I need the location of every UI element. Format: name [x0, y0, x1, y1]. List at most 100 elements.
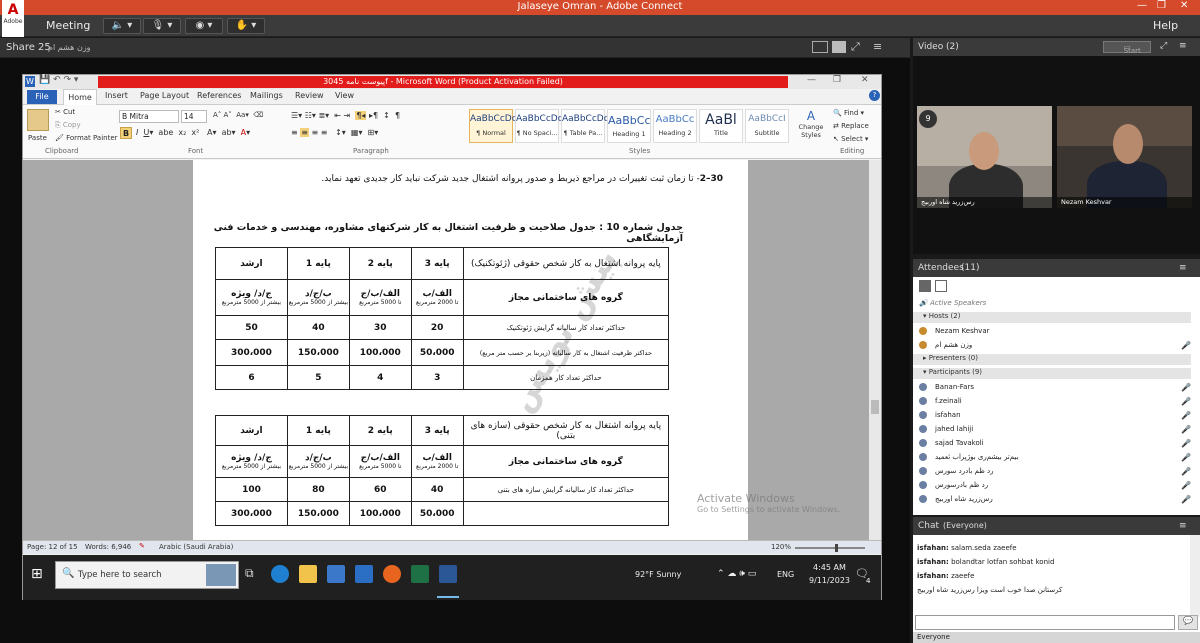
- chat-input[interactable]: [915, 615, 1175, 630]
- tab-home[interactable]: Home: [63, 89, 97, 105]
- fit-width-icon[interactable]: [832, 41, 846, 53]
- view-mode-icon[interactable]: [812, 41, 828, 53]
- attendee-item[interactable]: رس‌زرید شاه اوربیج: [919, 495, 993, 503]
- attendee-item[interactable]: jahed lahiji: [919, 425, 973, 433]
- attendee-item[interactable]: f.zeinali: [919, 397, 962, 405]
- style-heading-1[interactable]: AaBbCc Heading 1: [607, 109, 651, 143]
- tab-insert[interactable]: Insert: [105, 91, 128, 100]
- hosts-section[interactable]: ▾ Hosts (2): [913, 312, 1191, 323]
- firefox-icon[interactable]: [383, 565, 401, 583]
- chat-scrollbar[interactable]: [1190, 535, 1200, 617]
- video-fullscreen-icon[interactable]: ⤢: [1160, 41, 1167, 51]
- list-icons[interactable]: ☰▾ ☷▾ ≣▾ ⇤ ⇥ ¶◂ ▸¶ ↕ ¶: [291, 111, 400, 120]
- copy-button[interactable]: ⎘ Copy: [55, 121, 81, 130]
- store-icon[interactable]: [327, 565, 345, 583]
- close-icon[interactable]: ✕: [1180, 0, 1188, 11]
- file-explorer-icon[interactable]: [299, 565, 317, 583]
- font-size-select[interactable]: 14: [181, 110, 207, 123]
- video-feed-1[interactable]: 9 رس‌زرید شاه اوربیج: [917, 106, 1052, 208]
- language-indicator[interactable]: Arabic (Saudi Arabia): [159, 543, 233, 551]
- input-language[interactable]: ENG: [777, 570, 794, 579]
- tab-file[interactable]: File: [27, 90, 57, 104]
- edge-icon[interactable]: [271, 565, 289, 583]
- system-tray-icons[interactable]: ⌃ ☁ 🕪 ▭: [717, 569, 756, 579]
- task-view-icon[interactable]: ⧉: [245, 566, 254, 581]
- minimize-icon[interactable]: —: [1137, 0, 1147, 11]
- raise-hand-button[interactable]: ✋ ▾: [227, 18, 265, 34]
- maximize-icon[interactable]: ❐: [1157, 0, 1166, 11]
- zoom-slider-thumb[interactable]: [835, 544, 838, 552]
- paste-button[interactable]: Paste: [28, 134, 47, 142]
- attendee-item[interactable]: وزن هشم ام: [919, 341, 972, 349]
- style-heading-2[interactable]: AaBbCc Heading 2: [653, 109, 697, 143]
- word-taskbar-icon[interactable]: [439, 565, 457, 583]
- clock-time[interactable]: 4:45 AM: [813, 563, 846, 572]
- presenters-section[interactable]: ▸ Presenters (0): [913, 354, 1191, 365]
- tab-references[interactable]: References: [197, 91, 241, 100]
- tab-page-layout[interactable]: Page Layout: [140, 91, 189, 100]
- video-pod-menu-icon[interactable]: ≡: [1179, 41, 1187, 51]
- quick-access-toolbar-icons[interactable]: 💾 ↶ ↷ ▾: [39, 75, 78, 85]
- speaker-button[interactable]: 🔈 ▾: [103, 18, 141, 34]
- attendee-item[interactable]: بیم‌تر بیشم‌ری بوژپراب ثعمید: [919, 453, 1018, 461]
- help-icon[interactable]: ?: [869, 90, 880, 101]
- send-chat-button[interactable]: 💬: [1178, 615, 1198, 630]
- page-count[interactable]: Page: 12 of 15: [27, 543, 78, 551]
- format-painter-button[interactable]: 🖌 Format Painter: [55, 134, 118, 142]
- menu-meeting[interactable]: Meeting: [46, 19, 90, 32]
- taskbar-search-box[interactable]: 🔍 Type here to search: [55, 561, 239, 589]
- attendee-item[interactable]: sajad Tavakoli: [919, 439, 984, 447]
- font-name-select[interactable]: B Mitra: [119, 110, 179, 123]
- attendee-view-toggle[interactable]: [919, 280, 949, 294]
- status-view-icon[interactable]: [934, 280, 947, 292]
- tab-review[interactable]: Review: [295, 91, 324, 100]
- replace-button[interactable]: ⇄ Replace: [833, 122, 869, 130]
- style-title[interactable]: AaBl Title: [699, 109, 743, 143]
- cut-button[interactable]: ✂ Cut: [55, 108, 75, 116]
- style-subtitle[interactable]: AaBbCcI Subtitle: [745, 109, 789, 143]
- fullscreen-icon[interactable]: ⤢: [851, 40, 860, 54]
- attendees-pod-menu-icon[interactable]: ≡: [1179, 263, 1187, 273]
- alignment-icons[interactable]: ≡ ≡ ≡ ≡ ↕▾ ▦▾ ⊞▾: [291, 128, 378, 137]
- pod-menu-icon[interactable]: ≡: [873, 40, 882, 53]
- weather-widget[interactable]: 92°F Sunny: [635, 570, 681, 579]
- style-no-spacing[interactable]: AaBbCcDc ¶ No Spaci...: [515, 109, 563, 143]
- find-button[interactable]: 🔍 Find ▾: [833, 109, 864, 117]
- style-table-paragraph[interactable]: AaBbCcDc ¶ Table Pa...: [561, 109, 609, 143]
- excel-icon[interactable]: [411, 565, 429, 583]
- windows-start-icon[interactable]: ⊞: [31, 566, 43, 582]
- bold-icon[interactable]: B: [120, 127, 132, 139]
- style-normal[interactable]: AaBbCcDc ¶ Normal: [469, 109, 517, 143]
- mail-icon[interactable]: [355, 565, 373, 583]
- menu-help[interactable]: Help: [1153, 19, 1178, 32]
- word-minimize-icon[interactable]: —: [807, 75, 816, 85]
- paste-icon[interactable]: [27, 109, 49, 131]
- attendee-item[interactable]: Banan-Fars: [919, 383, 974, 391]
- tab-mailings[interactable]: Mailings: [250, 91, 283, 100]
- attendee-item[interactable]: Nezam Keshvar: [919, 327, 990, 335]
- attendee-item[interactable]: رد ظم بادرد سورس: [919, 467, 994, 475]
- chat-recipient-bar[interactable]: Everyone: [913, 632, 1200, 643]
- change-styles-button[interactable]: A Change Styles: [798, 109, 824, 139]
- chat-pod-menu-icon[interactable]: ≡: [1179, 521, 1187, 531]
- video-feed-2[interactable]: Nezam Keshvar: [1057, 106, 1192, 208]
- select-button[interactable]: ↖ Select ▾: [833, 135, 868, 143]
- word-maximize-icon[interactable]: ❐: [833, 75, 841, 85]
- word-close-icon[interactable]: ✕: [861, 75, 869, 85]
- zoom-slider[interactable]: [795, 544, 865, 552]
- list-view-icon[interactable]: [919, 280, 931, 292]
- format-icons[interactable]: I U▾ abe x₂ x² A▾ ab▾ A▾: [136, 128, 250, 137]
- word-count[interactable]: Words: 6,946: [85, 543, 131, 551]
- microphone-button[interactable]: 🎙 ▾: [143, 18, 181, 34]
- attendee-item[interactable]: رد ظم بادرسورس: [919, 481, 988, 489]
- start-video-button[interactable]: Start ▭: [1103, 41, 1151, 55]
- font-grow-shrink-icons[interactable]: A˄ A˅ Aa▾ ⌫: [213, 111, 263, 119]
- attendee-item[interactable]: isfahan: [919, 411, 961, 419]
- webcam-button[interactable]: ◉ ▾: [185, 18, 223, 34]
- scrollbar-thumb[interactable]: [871, 400, 879, 414]
- clock-date[interactable]: 9/11/2023: [809, 576, 850, 585]
- document-scrollbar[interactable]: [869, 160, 881, 540]
- proofing-icon[interactable]: ✎: [139, 542, 145, 550]
- participants-section[interactable]: ▾ Participants (9): [913, 368, 1191, 379]
- zoom-level[interactable]: 120%: [771, 543, 791, 551]
